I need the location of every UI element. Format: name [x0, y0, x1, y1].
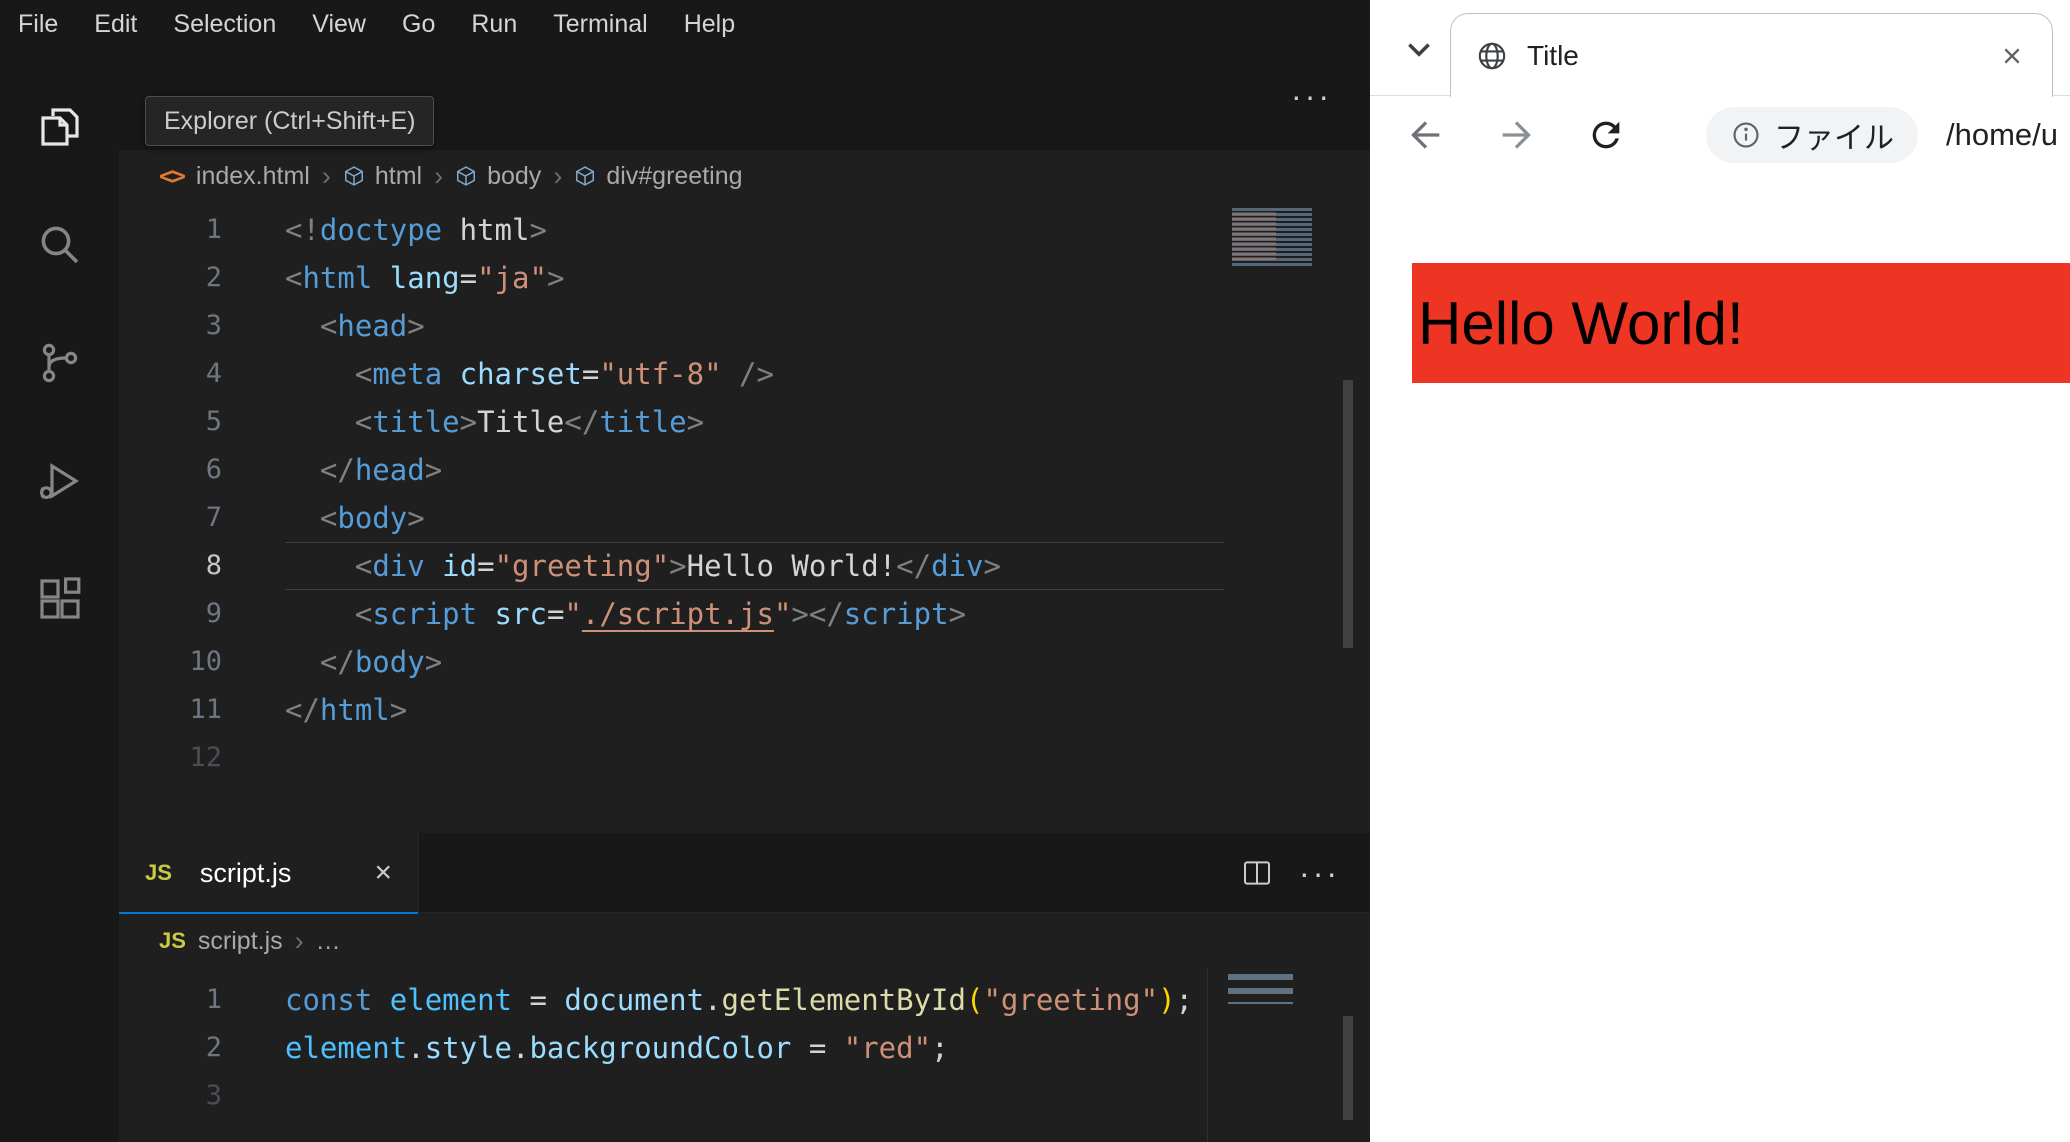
extensions-icon[interactable]	[0, 540, 119, 658]
line-number: 3	[205, 1080, 222, 1111]
html-file-icon: <>	[159, 162, 186, 190]
menu-item-edit[interactable]: Edit	[76, 10, 155, 39]
split-editor-icon[interactable]	[1241, 857, 1273, 889]
line-number: 4	[205, 358, 222, 389]
breadcrumb-separator-icon: ›	[553, 160, 563, 191]
tab-close-icon[interactable]	[1996, 40, 2028, 72]
code-line[interactable]: 1 <!doctype html>	[119, 206, 1370, 254]
security-chip-label: ファイル	[1774, 122, 1894, 155]
minimap-content	[1232, 212, 1276, 262]
activity-bar	[0, 48, 119, 1142]
globe-icon	[1478, 42, 1506, 69]
browser-tab[interactable]: Title	[1450, 13, 2053, 97]
code-line[interactable]: 11 </html>	[119, 686, 1370, 734]
editor-actions-bottom: ···	[1241, 833, 1340, 913]
breadcrumb-item-body[interactable]: body	[487, 162, 541, 191]
search-icon[interactable]	[0, 186, 119, 304]
breadcrumb-js: JS script.js › …	[119, 915, 341, 967]
forward-button[interactable]	[1496, 115, 1536, 155]
code-line[interactable]: 5 <title>Title</title>	[119, 398, 1370, 446]
tab-label: script.js	[199, 857, 292, 888]
line-number: 7	[205, 502, 222, 533]
code-line[interactable]: 7 <body>	[119, 494, 1370, 542]
security-chip[interactable]: ファイル	[1706, 107, 1918, 163]
breadcrumb-separator-icon: ›	[321, 160, 331, 191]
explorer-icon[interactable]	[0, 68, 119, 186]
breadcrumb-html: <> index.html › html › body › div#greeti…	[119, 150, 743, 202]
js-file-icon: JS	[145, 860, 172, 885]
code-line[interactable]: 12	[119, 734, 1370, 782]
code-line[interactable]: 1 const element = document.getElementById…	[119, 976, 1370, 1024]
code-line[interactable]: 2 element.style.backgroundColor = "red";	[119, 1024, 1370, 1072]
line-number: 1	[205, 984, 222, 1015]
hello-world-text: Hello World!	[1418, 289, 1744, 357]
menu-item-help[interactable]: Help	[666, 10, 753, 39]
code-editor-js[interactable]: 1 const element = document.getElementById…	[119, 976, 1370, 1120]
breadcrumb-separator-icon: ›	[294, 925, 304, 956]
editor-area: ··· Explorer (Ctrl+Shift+E) <> index.htm…	[119, 48, 1370, 1142]
breadcrumb-separator-icon: ›	[434, 160, 444, 191]
menu-item-file[interactable]: File	[0, 10, 76, 39]
code-line[interactable]: 8 <div id="greeting">Hello World!</div>	[119, 542, 1370, 590]
line-number: 10	[189, 646, 222, 677]
tab-script-js[interactable]: JS script.js ×	[119, 833, 419, 914]
code-editor-html[interactable]: 1 <!doctype html> 2 <html lang="ja"> 3 <head…	[119, 206, 1370, 782]
explorer-tooltip: Explorer (Ctrl+Shift+E)	[145, 96, 435, 146]
line-number: 11	[189, 694, 222, 725]
symbol-cube-icon	[457, 166, 476, 186]
reload-button[interactable]	[1586, 115, 1626, 155]
line-number: 2	[205, 1032, 222, 1063]
symbol-cube-icon	[344, 166, 363, 186]
minimap[interactable]	[1228, 206, 1333, 776]
line-number: 2	[205, 262, 222, 293]
page-red-div: Hello World!	[1412, 263, 2070, 383]
editor-actions-more-icon[interactable]: ···	[1291, 78, 1332, 115]
menu-item-view[interactable]: View	[294, 10, 384, 39]
line-number: 5	[205, 406, 222, 437]
menu-item-run[interactable]: Run	[453, 10, 535, 39]
menu-item-go[interactable]: Go	[384, 10, 453, 39]
code-line[interactable]: 10 </body>	[119, 638, 1370, 686]
code-line[interactable]: 2 <html lang="ja">	[119, 254, 1370, 302]
browser-tab-title: Title	[1527, 39, 1579, 71]
breadcrumb-ellipsis[interactable]: …	[316, 927, 341, 956]
back-button[interactable]	[1406, 115, 1446, 155]
url-text[interactable]: /home/u	[1946, 117, 2058, 153]
run-debug-icon[interactable]	[0, 422, 119, 540]
minimap[interactable]	[1207, 968, 1333, 1142]
scrollbar-thumb[interactable]	[1343, 1016, 1353, 1120]
js-file-icon: JS	[159, 928, 186, 953]
scrollbar-thumb[interactable]	[1343, 380, 1353, 648]
screen: File Edit Selection View Go Run Terminal…	[0, 0, 2070, 1142]
line-number: 12	[189, 742, 222, 773]
line-number: 8	[205, 550, 222, 581]
info-icon	[1733, 122, 1759, 148]
chevron-down-icon[interactable]	[1398, 28, 1440, 70]
breadcrumb-item-div-greeting[interactable]: div#greeting	[606, 162, 742, 191]
browser-window: Title ファイル /home/u Hello World!	[1370, 0, 2070, 1142]
menu-item-selection[interactable]: Selection	[155, 10, 294, 39]
menu-item-terminal[interactable]: Terminal	[535, 10, 665, 39]
line-number: 6	[205, 454, 222, 485]
symbol-cube-icon	[576, 166, 595, 186]
browser-toolbar: ファイル /home/u	[1370, 96, 2070, 174]
editor-actions-more-icon[interactable]: ···	[1299, 855, 1340, 892]
browser-page: Hello World!	[1370, 174, 2070, 1142]
breadcrumb-item-file[interactable]: script.js	[198, 927, 283, 956]
breadcrumb-item-file[interactable]: index.html	[196, 162, 310, 191]
breadcrumb-item-html[interactable]: html	[375, 162, 422, 191]
line-number: 1	[205, 214, 222, 245]
code-line[interactable]: 3	[119, 1072, 1370, 1120]
code-line[interactable]: 9 <script src="./script.js"></script>	[119, 590, 1370, 638]
line-number: 3	[205, 310, 222, 341]
tab-close-icon[interactable]: ×	[374, 858, 392, 888]
line-number: 9	[205, 598, 222, 629]
vscode-window: File Edit Selection View Go Run Terminal…	[0, 0, 1370, 1142]
source-control-icon[interactable]	[0, 304, 119, 422]
minimap-content	[1228, 974, 1293, 1004]
code-line[interactable]: 4 <meta charset="utf-8" />	[119, 350, 1370, 398]
menu-bar: File Edit Selection View Go Run Terminal…	[0, 0, 1370, 48]
code-line[interactable]: 6 </head>	[119, 446, 1370, 494]
code-line[interactable]: 3 <head>	[119, 302, 1370, 350]
